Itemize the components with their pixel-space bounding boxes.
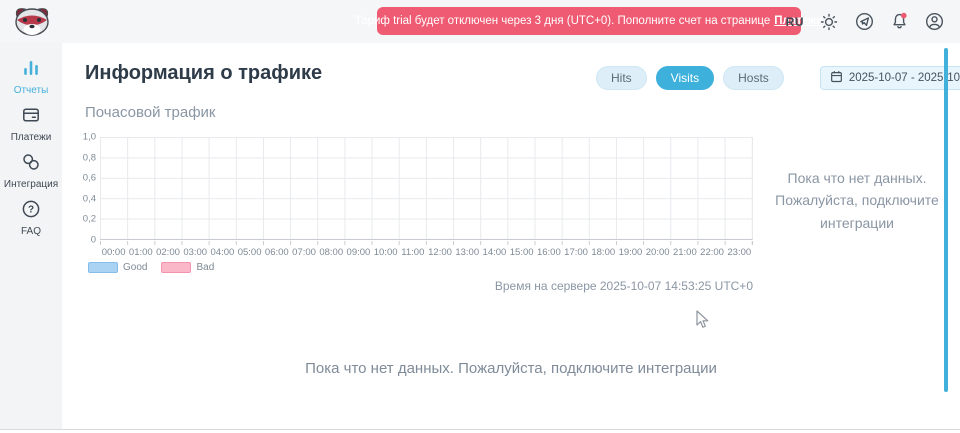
- main-content: Информация о трафике Hits Visits Hosts 2…: [62, 43, 960, 429]
- y-axis-labels: 1,00,80,60,40,20: [81, 137, 98, 240]
- legend-swatch: [88, 262, 118, 273]
- y-tick-label: 1,0: [83, 132, 96, 143]
- x-tick-label: 03:00: [182, 247, 209, 258]
- notifications-bell-icon[interactable]: [889, 12, 909, 32]
- x-tick-label: 02:00: [154, 247, 181, 258]
- server-time-label: Время на сервере 2025-10-07 14:53:25 UTC…: [85, 279, 753, 293]
- integration-link-icon: [21, 152, 41, 177]
- sidebar-item-label: Отчеты: [14, 85, 49, 96]
- x-tick-label: 05:00: [236, 247, 263, 258]
- calendar-icon: [830, 70, 843, 86]
- sidebar-item-label: Платежи: [11, 132, 52, 143]
- top-header: Тариф trial будет отключен через 3 дня (…: [0, 0, 960, 43]
- x-tick-label: 20:00: [644, 247, 671, 258]
- tab-visits[interactable]: Visits: [656, 66, 714, 90]
- bar-chart-icon: [21, 58, 41, 83]
- theme-sun-icon[interactable]: [819, 12, 839, 32]
- x-tick-label: 23:00: [726, 247, 753, 258]
- x-axis-labels: 00:0001:0002:0003:0004:0005:0006:0007:00…: [100, 247, 753, 258]
- trial-banner-text: Тариф trial будет отключен через 3 дня (…: [355, 15, 771, 27]
- svg-text:?: ?: [28, 204, 34, 215]
- sidebar-item-label: Интеграция: [4, 179, 58, 190]
- x-tick-label: 17:00: [562, 247, 589, 258]
- chart-plot-area: [100, 137, 753, 240]
- sidebar-item-label: FAQ: [21, 226, 41, 237]
- sidebar-item-faq[interactable]: ? FAQ: [0, 197, 62, 239]
- x-tick-label: 12:00: [426, 247, 453, 258]
- traffic-controls: Hits Visits Hosts 2025-10-07 - 2025-10-0…: [596, 66, 960, 90]
- y-tick-label: 0,8: [83, 152, 96, 163]
- y-tick-label: 0,6: [83, 173, 96, 184]
- x-tick-label: 11:00: [399, 247, 426, 258]
- chart-legend: Good Bad: [88, 262, 214, 273]
- x-tick-label: 15:00: [508, 247, 535, 258]
- sidebar-item-integration[interactable]: Интеграция: [0, 150, 62, 192]
- x-tick-label: 19:00: [617, 247, 644, 258]
- legend-item: Good: [88, 262, 147, 273]
- x-tick-label: 16:00: [535, 247, 562, 258]
- y-tick-label: 0: [91, 235, 96, 246]
- scrollbar-thumb[interactable]: [944, 48, 948, 392]
- sidebar-item-payments[interactable]: Платежи: [0, 103, 62, 145]
- legend-swatch: [161, 262, 191, 273]
- x-tick-label: 07:00: [290, 247, 317, 258]
- legend-label: Bad: [196, 262, 214, 273]
- header-actions: RU: [786, 0, 944, 43]
- x-tick-label: 18:00: [590, 247, 617, 258]
- x-tick-label: 14:00: [481, 247, 508, 258]
- x-tick-label: 21:00: [671, 247, 698, 258]
- section-title: Почасовой трафик: [85, 104, 216, 121]
- trial-banner: Тариф trial будет отключен через 3 дня (…: [377, 7, 801, 35]
- x-tick-label: 01:00: [127, 247, 154, 258]
- x-tick-label: 00:00: [100, 247, 127, 258]
- payments-card-icon: [21, 105, 41, 130]
- y-tick-label: 0,4: [83, 193, 96, 204]
- side-empty-message: Пока что нет данных. Пожалуйста, подключ…: [766, 167, 948, 234]
- notification-dot: [901, 13, 907, 19]
- page-title: Информация о трафике: [85, 62, 322, 85]
- telegram-icon[interactable]: [854, 12, 874, 32]
- profile-icon[interactable]: [924, 12, 944, 32]
- x-tick-label: 10:00: [372, 247, 399, 258]
- date-range-picker[interactable]: 2025-10-07 - 2025-10-07: [820, 66, 960, 90]
- hourly-traffic-chart: 1,0 0,8 0,6 0,4 0,2 0 00:0001:0002:0003:0004:…: [85, 133, 757, 283]
- bottom-divider: [0, 429, 960, 430]
- legend-item: Bad: [161, 262, 214, 273]
- app-logo-raccoon-icon[interactable]: [13, 4, 51, 38]
- app-window: Тариф trial будет отключен через 3 дня (…: [0, 0, 960, 433]
- x-axis-ticks: [100, 241, 753, 245]
- x-tick-label: 09:00: [345, 247, 372, 258]
- faq-question-icon: ?: [21, 199, 41, 224]
- bottom-empty-message: Пока что нет данных. Пожалуйста, подключ…: [62, 360, 960, 377]
- tab-hits[interactable]: Hits: [596, 66, 647, 90]
- sidebar-item-reports[interactable]: Отчеты: [0, 56, 62, 98]
- language-selector[interactable]: RU: [786, 15, 804, 29]
- x-tick-label: 04:00: [209, 247, 236, 258]
- x-tick-label: 08:00: [318, 247, 345, 258]
- sidebar: Отчеты Платежи Интеграция: [0, 43, 62, 429]
- tab-hosts[interactable]: Hosts: [723, 66, 784, 90]
- x-tick-label: 22:00: [698, 247, 725, 258]
- mouse-cursor: [696, 310, 710, 330]
- x-tick-label: 06:00: [263, 247, 290, 258]
- legend-label: Good: [123, 262, 147, 273]
- x-tick-label: 13:00: [454, 247, 481, 258]
- y-tick-label: 0,2: [83, 214, 96, 225]
